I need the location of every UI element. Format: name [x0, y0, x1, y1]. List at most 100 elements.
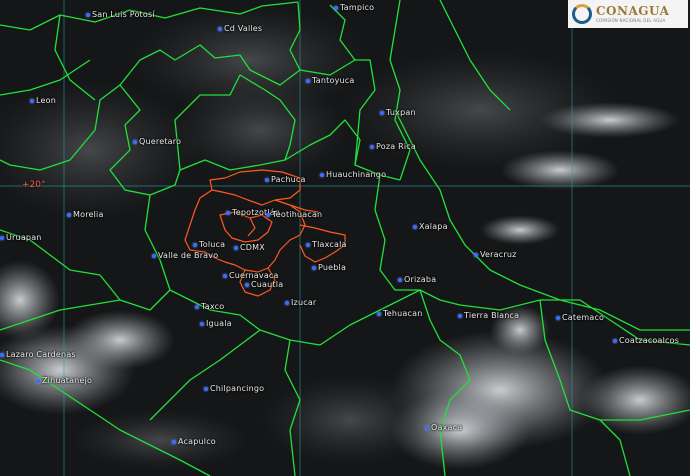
- city-label: Uruapan: [6, 233, 42, 242]
- city-marker: Orizaba: [398, 275, 436, 284]
- city-dot-icon: [413, 224, 417, 229]
- city-label: Tlaxcala: [312, 240, 347, 249]
- city-dot-icon: [458, 313, 462, 318]
- city-label: Lazaro Cardenas: [6, 350, 76, 359]
- city-label: Valle de Bravo: [158, 251, 219, 260]
- city-marker: Uruapan: [0, 233, 42, 242]
- city-dot-icon: [36, 378, 40, 383]
- city-label: Zihuatanejo: [42, 376, 93, 385]
- city-marker: Leon: [30, 96, 56, 105]
- city-marker: Zihuatanejo: [36, 376, 92, 385]
- city-dot-icon: [380, 110, 384, 115]
- city-label: Coatzacoalcos: [619, 336, 680, 345]
- city-dot-icon: [370, 144, 374, 149]
- city-marker: Tampico: [334, 3, 374, 12]
- latitude-label: +20°: [22, 180, 46, 190]
- city-marker: Izucar: [285, 298, 316, 307]
- city-marker: Lazaro Cardenas: [0, 350, 76, 359]
- city-marker: Coatzacoalcos: [613, 336, 679, 345]
- city-label: Cd Valles: [224, 24, 263, 33]
- logo-title: CONAGUA: [596, 4, 670, 18]
- city-label: Iguala: [206, 319, 232, 328]
- city-label: Tehuacan: [383, 309, 423, 318]
- city-label: Puebla: [318, 263, 347, 272]
- conagua-emblem-icon: [572, 4, 592, 24]
- city-dot-icon: [556, 315, 560, 320]
- city-label: Acapulco: [178, 437, 216, 446]
- city-dot-icon: [234, 245, 238, 250]
- city-marker: Tantoyuca: [306, 76, 354, 85]
- city-marker: Iguala: [200, 319, 232, 328]
- city-dot-icon: [425, 425, 429, 430]
- city-marker: Cuernavaca: [223, 271, 279, 280]
- city-marker: Valle de Bravo: [152, 251, 218, 260]
- city-label: Toluca: [199, 240, 226, 249]
- city-label: Catemaco: [562, 313, 605, 322]
- city-marker: Huauchinango: [320, 170, 386, 179]
- city-label: Taxco: [201, 302, 225, 311]
- city-label: Izucar: [291, 298, 317, 307]
- city-dot-icon: [223, 273, 227, 278]
- city-label: Morelia: [73, 210, 104, 219]
- city-marker: Cd Valles: [218, 24, 262, 33]
- city-marker: Xalapa: [413, 222, 448, 231]
- city-marker: Catemaco: [556, 313, 604, 322]
- city-label: Tuxpan: [386, 108, 416, 117]
- city-label: Cuernavaca: [229, 271, 279, 280]
- city-dot-icon: [398, 277, 402, 282]
- city-dot-icon: [67, 212, 71, 217]
- map-graphics: [0, 0, 690, 476]
- city-marker: Cuautla: [245, 280, 283, 289]
- city-dot-icon: [377, 311, 381, 316]
- city-marker: Queretaro: [133, 137, 181, 146]
- city-label: Xalapa: [419, 222, 448, 231]
- city-label: San Luis Potosí: [92, 10, 155, 19]
- city-label: Tantoyuca: [312, 76, 355, 85]
- city-dot-icon: [306, 78, 310, 83]
- city-label: Poza Rica: [376, 142, 416, 151]
- city-marker: Taxco: [195, 302, 224, 311]
- city-dot-icon: [334, 5, 338, 10]
- city-marker: CDMX: [234, 243, 265, 252]
- city-label: Queretaro: [139, 137, 182, 146]
- city-dot-icon: [0, 352, 4, 357]
- city-marker: Oaxaca: [425, 423, 462, 432]
- city-dot-icon: [30, 98, 34, 103]
- city-label: Orizaba: [404, 275, 437, 284]
- city-marker: Toluca: [193, 240, 225, 249]
- conagua-logo: CONAGUA COMISIÓN NACIONAL DEL AGUA: [568, 0, 688, 28]
- city-marker: Tlaxcala: [306, 240, 347, 249]
- city-dot-icon: [152, 253, 156, 258]
- city-label: Teotihuacan: [272, 210, 323, 219]
- city-marker: Morelia: [67, 210, 104, 219]
- city-dot-icon: [613, 338, 617, 343]
- city-marker: Pachuca: [265, 175, 306, 184]
- city-marker: Teotihuacan: [266, 210, 322, 219]
- city-dot-icon: [226, 210, 230, 215]
- city-label: CDMX: [240, 243, 265, 252]
- city-label: Tierra Blanca: [464, 311, 520, 320]
- city-dot-icon: [285, 300, 289, 305]
- city-marker: Chilpancingo: [204, 384, 264, 393]
- city-dot-icon: [306, 242, 310, 247]
- city-dot-icon: [133, 139, 137, 144]
- city-dot-icon: [320, 172, 324, 177]
- city-label: Chilpancingo: [210, 384, 265, 393]
- city-dot-icon: [86, 12, 90, 17]
- city-label: Veracruz: [480, 250, 517, 259]
- city-dot-icon: [312, 265, 316, 270]
- logo-subtitle: COMISIÓN NACIONAL DEL AGUA: [596, 18, 666, 23]
- city-marker: Tierra Blanca: [458, 311, 519, 320]
- city-marker: San Luis Potosí: [86, 10, 155, 19]
- city-marker: Puebla: [312, 263, 346, 272]
- city-label: Leon: [36, 96, 57, 105]
- city-marker: Tuxpan: [380, 108, 416, 117]
- satellite-map: +20° CONAGUA COMISIÓN NACIONAL DEL AGUA …: [0, 0, 690, 476]
- city-dot-icon: [474, 252, 478, 257]
- city-dot-icon: [195, 304, 199, 309]
- city-label: Huauchinango: [326, 170, 387, 179]
- city-label: Oaxaca: [431, 423, 463, 432]
- city-dot-icon: [172, 439, 176, 444]
- city-dot-icon: [266, 212, 270, 217]
- city-dot-icon: [265, 177, 269, 182]
